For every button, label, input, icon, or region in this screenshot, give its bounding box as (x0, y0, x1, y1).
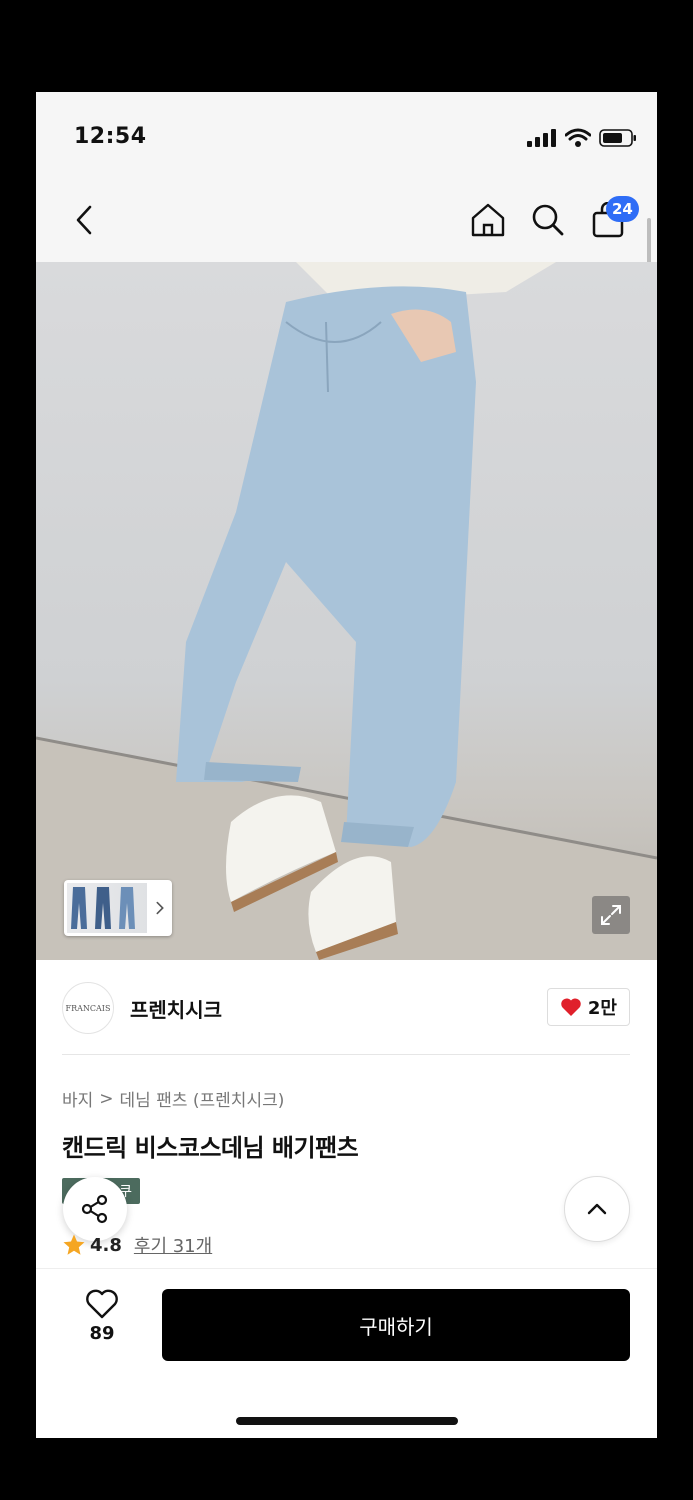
thumb-jeans-illustration (71, 887, 135, 929)
nav-bar (36, 182, 657, 262)
expand-icon (601, 905, 621, 925)
breadcrumb: 바지 > 데님 팬츠 (프렌치시크) (62, 1086, 285, 1112)
chevron-right-icon (156, 901, 164, 915)
bottom-bar: 89 구매하기 (36, 1268, 657, 1438)
image-gallery-thumb[interactable] (64, 880, 172, 936)
home-icon (471, 203, 505, 237)
signal-icon (527, 129, 556, 147)
breadcrumb-subcategory[interactable]: 데님 팬츠 (프렌치시크) (120, 1086, 285, 1111)
shop-logo-text: FRANCAIS (65, 1003, 111, 1013)
shop-like-count: 2만 (587, 998, 617, 1019)
product-image[interactable] (36, 262, 657, 960)
status-bar: 12:54 (36, 92, 657, 182)
divider (62, 1054, 630, 1055)
rating-row: 4.8 후기 31개 (62, 1232, 212, 1258)
shop-logo[interactable]: FRANCAIS (62, 982, 114, 1034)
heart-icon (86, 1289, 118, 1319)
search-button[interactable] (526, 198, 570, 242)
status-icons (527, 128, 637, 148)
product-title: 캔드릭 비스코스데님 배기팬츠 (62, 1134, 359, 1162)
scroll-top-button[interactable] (564, 1176, 630, 1242)
breadcrumb-separator: > (99, 1088, 114, 1109)
battery-icon (599, 129, 636, 147)
shop-like-button[interactable]: 2만 (546, 988, 630, 1026)
rating-value: 4.8 (90, 1234, 122, 1256)
wifi-icon (565, 128, 591, 147)
home-button[interactable] (466, 198, 510, 242)
status-time: 12:54 (74, 124, 147, 149)
breadcrumb-category[interactable]: 바지 (62, 1086, 93, 1111)
product-photo-illustration (36, 262, 657, 960)
star-icon (63, 1234, 85, 1255)
share-icon (81, 1194, 108, 1224)
cart-count-badge: 24 (606, 196, 639, 222)
expand-image-button[interactable] (592, 896, 630, 934)
phone-screen: 12:54 24 FRANCAIS 프렌치시크 2만 바지 > 데님 팬츠 (프… (36, 92, 657, 1438)
search-icon (532, 204, 564, 236)
wishlist-count: 89 (89, 1323, 115, 1344)
shop-name[interactable]: 프렌치시크 (130, 994, 222, 1023)
back-button[interactable] (66, 198, 102, 242)
reviews-link[interactable]: 후기 31개 (134, 1232, 212, 1258)
chevron-up-icon (587, 1203, 607, 1215)
buy-button[interactable]: 구매하기 (162, 1289, 630, 1361)
wishlist-button[interactable]: 89 (76, 1289, 128, 1344)
home-indicator (236, 1417, 458, 1425)
thumb-image (67, 883, 147, 933)
back-icon (76, 205, 92, 235)
shop-row[interactable]: FRANCAIS 프렌치시크 2만 (62, 980, 630, 1036)
heart-filled-icon (561, 998, 581, 1016)
